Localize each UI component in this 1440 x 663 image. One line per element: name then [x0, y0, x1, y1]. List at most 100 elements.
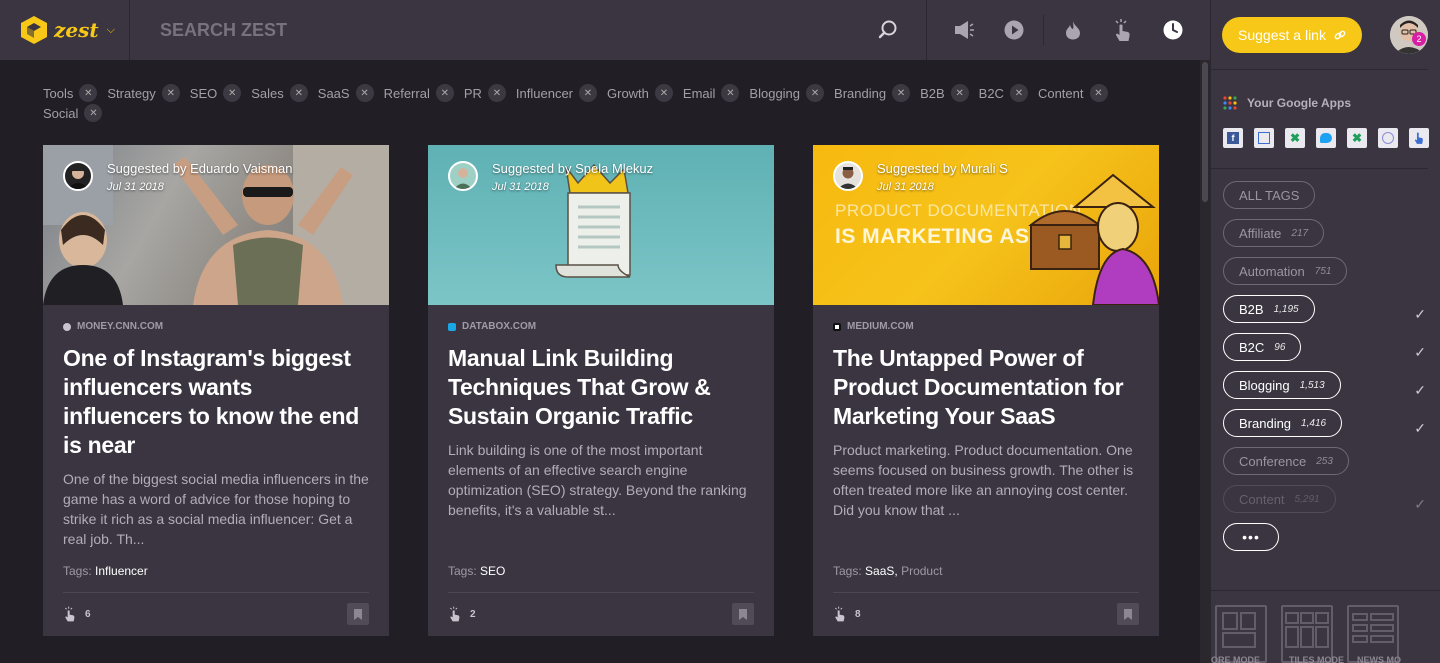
remove-filter-close-icon[interactable]: ✕: [161, 84, 180, 102]
tag-pill[interactable]: B2C 96: [1223, 333, 1302, 361]
tag-pill[interactable]: ALL TAGS: [1223, 181, 1316, 209]
filter-chip-label: Referral: [383, 85, 430, 101]
zest-button[interactable]: 8: [833, 606, 861, 622]
tiles-mode-button[interactable]: TILES MODE: [1281, 605, 1344, 663]
toolbar-divider: [1043, 15, 1044, 45]
tag-link[interactable]: Product: [901, 564, 942, 578]
remove-filter-close-icon[interactable]: ✕: [806, 84, 825, 102]
search-input[interactable]: [160, 19, 760, 41]
excel-app-icon[interactable]: ✖: [1347, 128, 1367, 148]
scroll-thumb[interactable]: [1202, 62, 1208, 202]
remove-filter-close-icon[interactable]: ✕: [355, 84, 374, 102]
zest-app-icon[interactable]: [1409, 128, 1429, 148]
remove-filter-close-icon[interactable]: ✕: [435, 84, 454, 102]
checkmark-icon[interactable]: ✓: [1414, 306, 1426, 323]
remove-filter-close-icon[interactable]: ✕: [84, 104, 103, 122]
remove-filter-close-icon[interactable]: ✕: [579, 84, 597, 102]
announcements-button[interactable]: [939, 0, 989, 60]
remove-filter-close-icon[interactable]: ✕: [223, 84, 242, 102]
zest-button[interactable]: 6: [63, 606, 91, 622]
facebook-app-icon[interactable]: f: [1223, 128, 1243, 148]
remove-filter-close-icon[interactable]: ✕: [950, 84, 969, 102]
tag-link[interactable]: SaaS,: [865, 564, 898, 578]
clock-app-icon[interactable]: [1378, 128, 1398, 148]
tag-link[interactable]: Influencer: [95, 564, 148, 578]
recent-button[interactable]: [1148, 0, 1198, 60]
article-card[interactable]: PRODUCT DOCUMENTATION IS MARKETING ASSET…: [813, 145, 1159, 636]
filter-chip: Referral ✕: [384, 84, 454, 102]
remove-filter-close-icon[interactable]: ✕: [1089, 84, 1108, 102]
sheets-app-icon[interactable]: ✖: [1285, 128, 1305, 148]
filter-chip-label: Growth: [607, 85, 649, 101]
tag-count: 96: [1274, 341, 1286, 353]
card-image[interactable]: Suggested by Spela Mlekuz Jul 31 2018: [428, 145, 774, 305]
tag-row: Blogging 1,513 ✓: [1223, 371, 1426, 409]
card-title[interactable]: One of Instagram's biggest influencers w…: [63, 344, 369, 460]
pointer-hand-icon: [449, 606, 460, 622]
checkmark-icon[interactable]: ✓: [1414, 420, 1426, 437]
suggester-avatar[interactable]: [63, 161, 93, 191]
tag-pill[interactable]: Automation 751: [1223, 257, 1348, 285]
checkmark-icon[interactable]: ✓: [1414, 344, 1426, 361]
more-tags-button[interactable]: •••: [1223, 523, 1279, 551]
source-link[interactable]: DATABOX.COM: [448, 321, 754, 332]
right-sidebar: Suggest a link Your Google Apps f ✖ ✖ AL…: [1210, 0, 1440, 663]
suggester-avatar[interactable]: [448, 161, 478, 191]
remove-filter-close-icon[interactable]: ✕: [79, 84, 98, 102]
explore-mode-button[interactable]: ORE MODE: [1211, 605, 1267, 663]
meetup-app-icon[interactable]: [1254, 128, 1274, 148]
video-button[interactable]: [989, 0, 1039, 60]
card-title[interactable]: The Untapped Power of Product Documentat…: [833, 344, 1139, 431]
zest-button[interactable]: 2: [448, 606, 476, 622]
suggester-avatar[interactable]: [833, 161, 863, 191]
card-title[interactable]: Manual Link Building Techniques That Gro…: [448, 344, 754, 431]
tag-label: Automation: [1239, 263, 1305, 279]
divider: [448, 592, 754, 593]
trending-button[interactable]: [1048, 0, 1098, 60]
remove-filter-close-icon[interactable]: ✕: [892, 84, 911, 102]
search-button[interactable]: [850, 0, 926, 60]
news-mode-button[interactable]: NEWS MO: [1347, 605, 1401, 663]
suggester[interactable]: Suggested by Eduardo Vaisman Jul 31 2018: [63, 161, 293, 193]
suggester[interactable]: Suggested by Murali S Jul 31 2018: [833, 161, 1008, 193]
twitter-app-icon[interactable]: [1316, 128, 1336, 148]
medium-favicon-icon: [833, 322, 841, 331]
checkmark-icon[interactable]: ✓: [1414, 382, 1426, 399]
article-card[interactable]: Suggested by Eduardo Vaisman Jul 31 2018…: [43, 145, 389, 636]
logo-menu[interactable]: zest ⌵: [0, 0, 130, 60]
remove-filter-close-icon[interactable]: ✕: [1009, 84, 1028, 102]
suggester[interactable]: Suggested by Spela Mlekuz Jul 31 2018: [448, 161, 653, 193]
most-zested-button[interactable]: [1098, 0, 1148, 60]
main-scrollbar[interactable]: [1200, 60, 1210, 663]
source-link[interactable]: MONEY.CNN.COM: [63, 321, 369, 332]
remove-filter-close-icon[interactable]: ✕: [721, 84, 740, 102]
active-filters: Tools ✕ Strategy ✕ SEO ✕ Sales ✕ SaaS ✕ Referral ✕ P…: [43, 84, 1143, 122]
tag-pill[interactable]: Branding 1,416: [1223, 409, 1343, 437]
bookmark-button[interactable]: [732, 603, 754, 625]
filter-chip: B2C ✕: [979, 84, 1028, 102]
tag-pill[interactable]: Affiliate 217: [1223, 219, 1325, 247]
top-bar: zest ⌵: [0, 0, 1210, 60]
remove-filter-close-icon[interactable]: ✕: [289, 84, 308, 102]
tag-pill[interactable]: Content 5,291: [1223, 485, 1336, 513]
tag-pill[interactable]: Conference 253: [1223, 447, 1349, 475]
tag-row: Automation 751: [1223, 257, 1426, 295]
remove-filter-close-icon[interactable]: ✕: [654, 84, 673, 102]
bookmark-button[interactable]: [1117, 603, 1139, 625]
tag-pill[interactable]: Blogging 1,513: [1223, 371, 1341, 399]
checkmark-icon[interactable]: ✓: [1414, 496, 1426, 513]
source-domain: MEDIUM.COM: [847, 321, 914, 332]
tag-pill[interactable]: B2B 1,195: [1223, 295, 1315, 323]
play-icon: [1004, 20, 1024, 40]
remove-filter-close-icon[interactable]: ✕: [487, 84, 506, 102]
card-image[interactable]: Suggested by Eduardo Vaisman Jul 31 2018: [43, 145, 389, 305]
card-image[interactable]: PRODUCT DOCUMENTATION IS MARKETING ASSET…: [813, 145, 1159, 305]
bookmark-button[interactable]: [347, 603, 369, 625]
filter-chip-label: B2C: [978, 85, 1004, 101]
source-link[interactable]: MEDIUM.COM: [833, 321, 1139, 332]
tag-row: Conference 253: [1223, 447, 1426, 485]
apps-title: Your Google Apps: [1247, 96, 1351, 110]
article-card[interactable]: Suggested by Spela Mlekuz Jul 31 2018 DA…: [428, 145, 774, 636]
suggest-link-button[interactable]: Suggest a link: [1222, 16, 1362, 53]
tag-link[interactable]: SEO: [480, 564, 505, 578]
